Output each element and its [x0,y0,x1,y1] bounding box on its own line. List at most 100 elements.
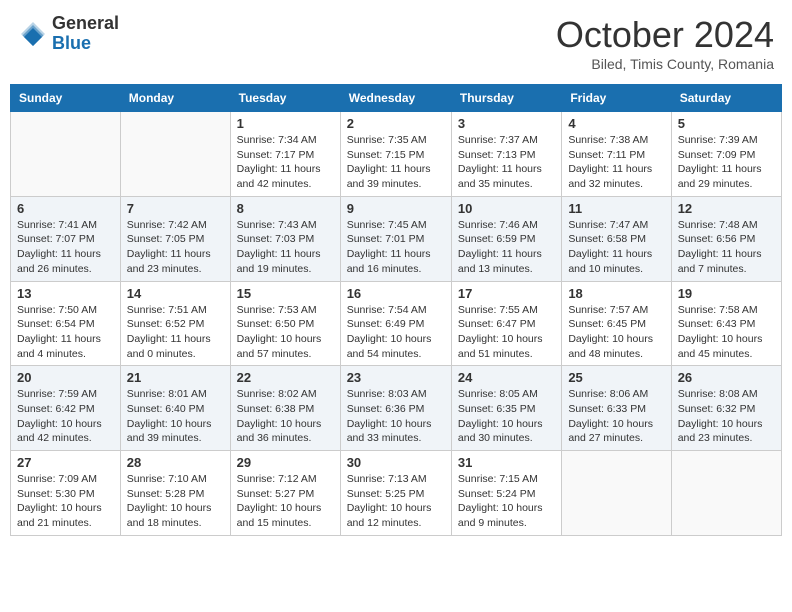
day-info: Sunrise: 7:55 AMSunset: 6:47 PMDaylight:… [458,303,555,362]
day-number: 29 [237,455,334,470]
calendar-cell: 17 Sunrise: 7:55 AMSunset: 6:47 PMDayligh… [451,281,561,366]
day-number: 2 [347,116,445,131]
day-number: 5 [678,116,775,131]
day-info: Sunrise: 8:08 AMSunset: 6:32 PMDaylight:… [678,387,775,446]
day-info: Sunrise: 8:01 AMSunset: 6:40 PMDaylight:… [127,387,224,446]
calendar-cell: 24 Sunrise: 8:05 AMSunset: 6:35 PMDayligh… [451,366,561,451]
calendar-cell: 7 Sunrise: 7:42 AMSunset: 7:05 PMDaylight… [120,196,230,281]
title-area: October 2024 Biled, Timis County, Romani… [556,14,774,72]
calendar-cell: 3 Sunrise: 7:37 AMSunset: 7:13 PMDaylight… [451,112,561,197]
logo: General Blue [18,14,119,54]
day-number: 21 [127,370,224,385]
day-number: 9 [347,201,445,216]
day-number: 15 [237,286,334,301]
calendar-week-row: 13 Sunrise: 7:50 AMSunset: 6:54 PMDayligh… [11,281,782,366]
day-number: 30 [347,455,445,470]
calendar-cell: 22 Sunrise: 8:02 AMSunset: 6:38 PMDayligh… [230,366,340,451]
calendar-cell: 31 Sunrise: 7:15 AMSunset: 5:24 PMDayligh… [451,451,561,536]
day-info: Sunrise: 7:58 AMSunset: 6:43 PMDaylight:… [678,303,775,362]
calendar-cell [11,112,121,197]
logo-text: General Blue [52,14,119,54]
calendar-cell: 20Sunrise: 7:59 AMSunset: 6:42 PMDayligh… [11,366,121,451]
calendar-cell [671,451,781,536]
day-number: 16 [347,286,445,301]
day-of-week-header: Tuesday [230,85,340,112]
calendar-cell: 6 Sunrise: 7:41 AMSunset: 7:07 PMDaylight… [11,196,121,281]
day-info: Sunrise: 7:50 AMSunset: 6:54 PMDaylight:… [17,303,114,362]
calendar-cell: 21 Sunrise: 8:01 AMSunset: 6:40 PMDayligh… [120,366,230,451]
day-number: 13 [17,286,114,301]
calendar-cell: 25 Sunrise: 8:06 AMSunset: 6:33 PMDayligh… [562,366,671,451]
calendar-cell: 4Sunrise: 7:38 AMSunset: 7:11 PMDaylight… [562,112,671,197]
day-number: 18 [568,286,664,301]
day-info: Sunrise: 7:45 AMSunset: 7:01 PMDaylight:… [347,218,445,277]
calendar-cell: 16Sunrise: 7:54 AMSunset: 6:49 PMDayligh… [340,281,451,366]
calendar-week-row: 20Sunrise: 7:59 AMSunset: 6:42 PMDayligh… [11,366,782,451]
day-info: Sunrise: 8:05 AMSunset: 6:35 PMDaylight:… [458,387,555,446]
day-info: Sunrise: 7:51 AMSunset: 6:52 PMDaylight:… [127,303,224,362]
logo-icon [18,19,48,49]
logo-general-text: General [52,14,119,34]
day-info: Sunrise: 7:43 AMSunset: 7:03 PMDaylight:… [237,218,334,277]
day-of-week-header: Thursday [451,85,561,112]
day-info: Sunrise: 7:57 AMSunset: 6:45 PMDaylight:… [568,303,664,362]
calendar-cell: 29Sunrise: 7:12 AMSunset: 5:27 PMDayligh… [230,451,340,536]
calendar-cell: 9 Sunrise: 7:45 AMSunset: 7:01 PMDaylight… [340,196,451,281]
calendar-cell: 13 Sunrise: 7:50 AMSunset: 6:54 PMDayligh… [11,281,121,366]
day-number: 17 [458,286,555,301]
day-info: Sunrise: 7:10 AMSunset: 5:28 PMDaylight:… [127,472,224,531]
day-info: Sunrise: 8:03 AMSunset: 6:36 PMDaylight:… [347,387,445,446]
day-info: Sunrise: 7:37 AMSunset: 7:13 PMDaylight:… [458,133,555,192]
calendar-cell: 30Sunrise: 7:13 AMSunset: 5:25 PMDayligh… [340,451,451,536]
day-number: 25 [568,370,664,385]
calendar-cell: 28 Sunrise: 7:10 AMSunset: 5:28 PMDayligh… [120,451,230,536]
day-of-week-header: Monday [120,85,230,112]
day-info: Sunrise: 8:02 AMSunset: 6:38 PMDaylight:… [237,387,334,446]
day-info: Sunrise: 7:41 AMSunset: 7:07 PMDaylight:… [17,218,114,277]
day-number: 31 [458,455,555,470]
day-number: 19 [678,286,775,301]
day-number: 22 [237,370,334,385]
calendar-cell [120,112,230,197]
day-of-week-header: Saturday [671,85,781,112]
location-text: Biled, Timis County, Romania [556,56,774,72]
calendar-week-row: 1Sunrise: 7:34 AMSunset: 7:17 PMDaylight… [11,112,782,197]
day-number: 20 [17,370,114,385]
calendar-cell [562,451,671,536]
day-of-week-header: Wednesday [340,85,451,112]
day-info: Sunrise: 7:38 AMSunset: 7:11 PMDaylight:… [568,133,664,192]
day-number: 14 [127,286,224,301]
day-number: 7 [127,201,224,216]
calendar-week-row: 6 Sunrise: 7:41 AMSunset: 7:07 PMDaylight… [11,196,782,281]
day-info: Sunrise: 7:53 AMSunset: 6:50 PMDaylight:… [237,303,334,362]
day-number: 10 [458,201,555,216]
calendar-cell: 26Sunrise: 8:08 AMSunset: 6:32 PMDayligh… [671,366,781,451]
day-number: 28 [127,455,224,470]
day-info: Sunrise: 7:35 AMSunset: 7:15 PMDaylight:… [347,133,445,192]
logo-blue-text: Blue [52,34,119,54]
day-info: Sunrise: 7:09 AMSunset: 5:30 PMDaylight:… [17,472,114,531]
day-number: 12 [678,201,775,216]
day-number: 1 [237,116,334,131]
day-number: 3 [458,116,555,131]
calendar-cell: 19 Sunrise: 7:58 AMSunset: 6:43 PMDayligh… [671,281,781,366]
calendar-cell: 18 Sunrise: 7:57 AMSunset: 6:45 PMDayligh… [562,281,671,366]
calendar-cell: 8Sunrise: 7:43 AMSunset: 7:03 PMDaylight… [230,196,340,281]
month-title: October 2024 [556,14,774,56]
calendar-cell: 10 Sunrise: 7:46 AMSunset: 6:59 PMDayligh… [451,196,561,281]
calendar-table: SundayMondayTuesdayWednesdayThursdayFrid… [10,84,782,536]
calendar-cell: 12Sunrise: 7:48 AMSunset: 6:56 PMDayligh… [671,196,781,281]
day-info: Sunrise: 7:39 AMSunset: 7:09 PMDaylight:… [678,133,775,192]
day-info: Sunrise: 7:46 AMSunset: 6:59 PMDaylight:… [458,218,555,277]
calendar-header-row: SundayMondayTuesdayWednesdayThursdayFrid… [11,85,782,112]
calendar-cell: 1Sunrise: 7:34 AMSunset: 7:17 PMDaylight… [230,112,340,197]
day-number: 6 [17,201,114,216]
day-info: Sunrise: 8:06 AMSunset: 6:33 PMDaylight:… [568,387,664,446]
calendar-week-row: 27Sunrise: 7:09 AMSunset: 5:30 PMDayligh… [11,451,782,536]
day-info: Sunrise: 7:15 AMSunset: 5:24 PMDaylight:… [458,472,555,531]
day-number: 23 [347,370,445,385]
calendar-cell: 11Sunrise: 7:47 AMSunset: 6:58 PMDayligh… [562,196,671,281]
day-number: 24 [458,370,555,385]
day-info: Sunrise: 7:42 AMSunset: 7:05 PMDaylight:… [127,218,224,277]
day-number: 11 [568,201,664,216]
